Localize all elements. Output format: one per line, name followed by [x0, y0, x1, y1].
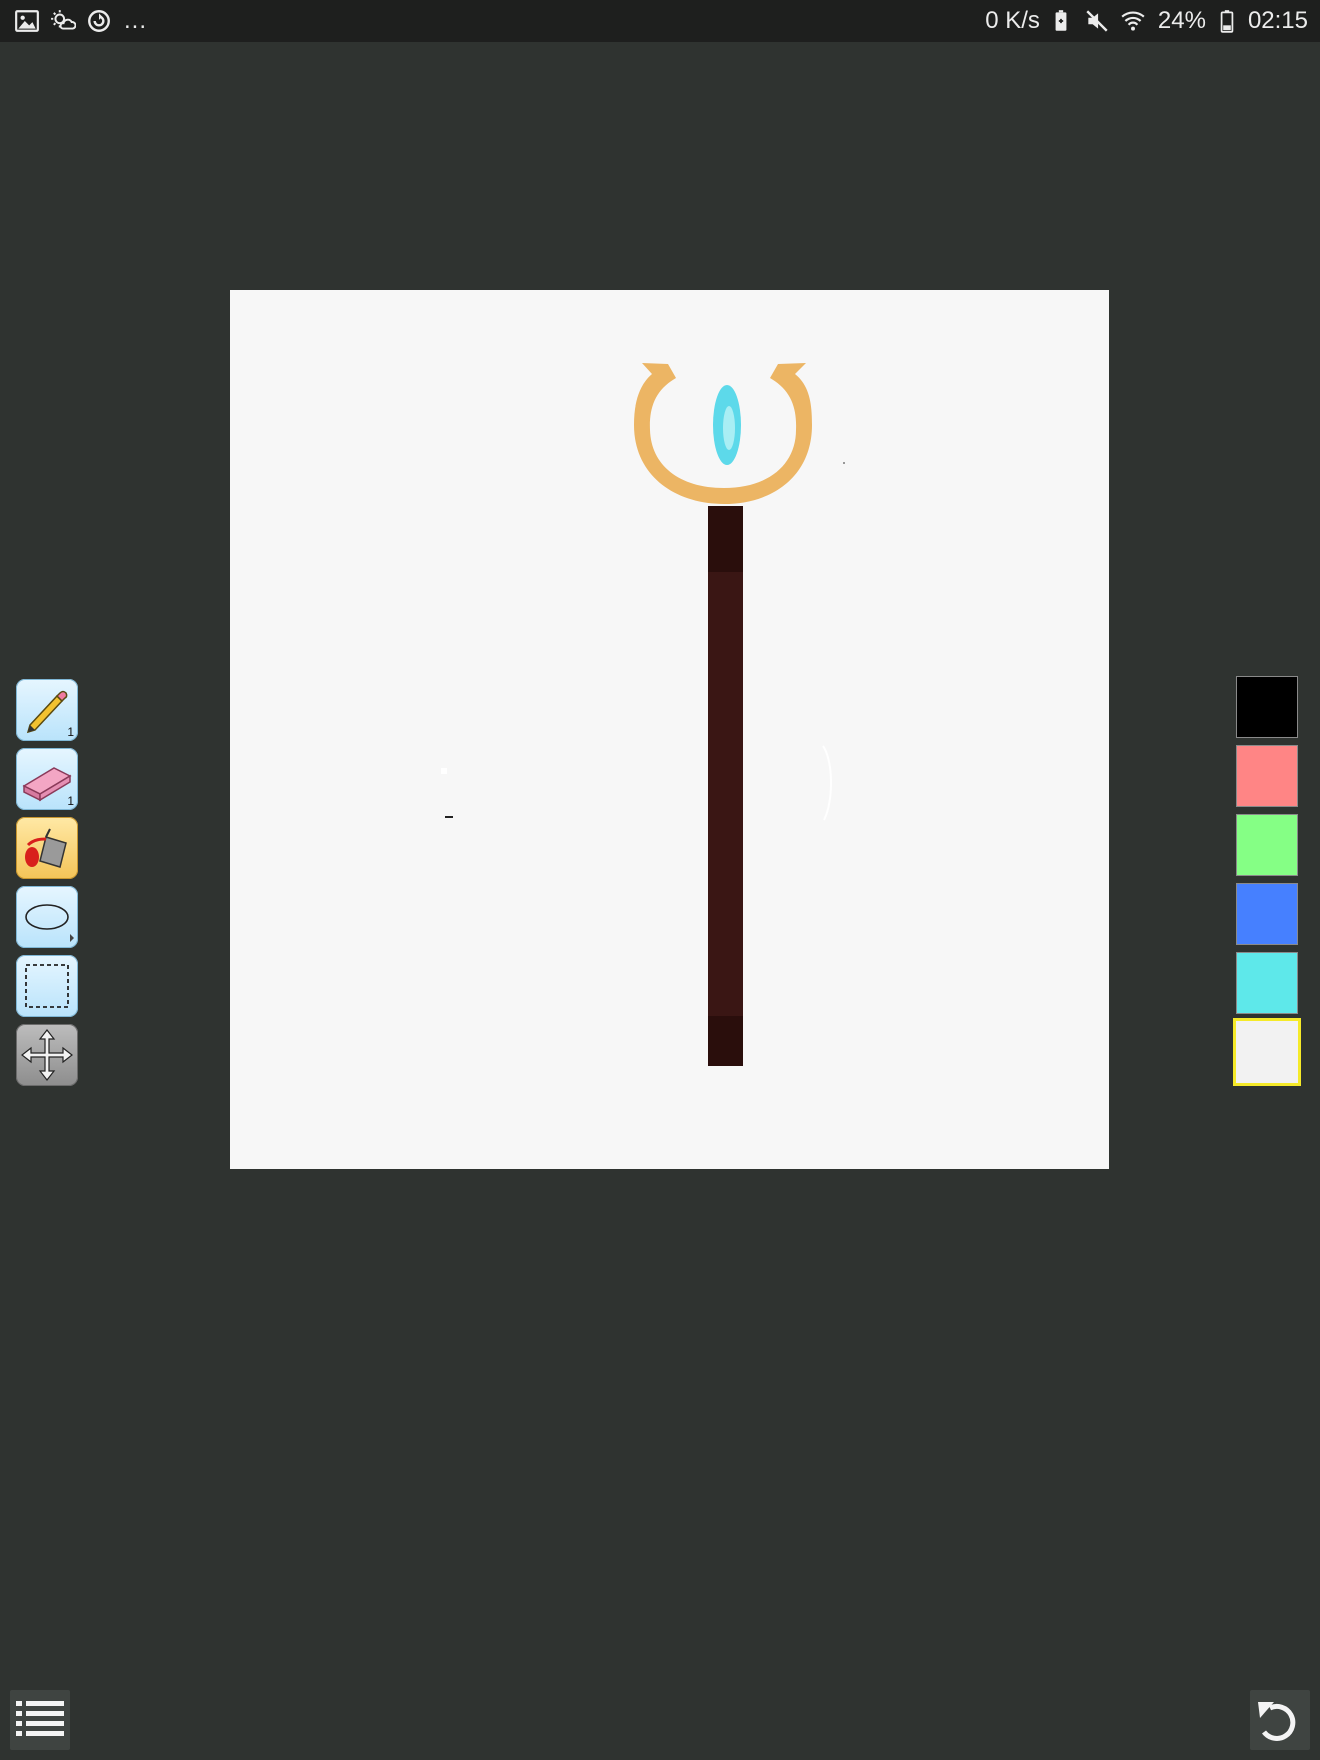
net-speed: 0 K/s: [985, 7, 1040, 34]
color-swatch-white[interactable]: [1236, 1021, 1298, 1083]
status-bar-right: 0 K/s 24% 02:15: [981, 0, 1308, 42]
gallery-icon: [12, 6, 42, 36]
ellipse-tool-button[interactable]: [16, 886, 78, 948]
menu-list-icon: [16, 1701, 64, 1736]
battery-icon: [1212, 6, 1242, 36]
ellipse-icon: [25, 904, 74, 942]
battery-saver-icon: [1046, 6, 1076, 36]
color-swatch-red[interactable]: [1236, 745, 1298, 807]
eraser-size: 1: [67, 794, 74, 808]
color-swatch-blue[interactable]: [1236, 883, 1298, 945]
staff-shaft-top: [708, 506, 743, 572]
more-notifications: ...: [124, 7, 148, 34]
stray-dot-1: [441, 768, 447, 774]
staff-shaft: [708, 572, 743, 1016]
pencil-size: 1: [67, 725, 74, 739]
undo-button[interactable]: [1250, 1690, 1310, 1750]
status-bar-left: ...: [12, 0, 147, 42]
status-bar: ... 0 K/s 24% 02:15: [0, 0, 1320, 42]
canvas-artwork: [441, 363, 845, 1066]
move-icon: [21, 1029, 73, 1081]
stray-mark-1: [822, 745, 832, 821]
color-swatch-cyan[interactable]: [1236, 952, 1298, 1014]
eraser-tool-button[interactable]: 1: [16, 748, 78, 810]
battery-percent: 24%: [1157, 7, 1206, 34]
rect-select-icon: [25, 964, 69, 1008]
pencil-tool-button[interactable]: 1: [16, 679, 78, 741]
select-tool-button[interactable]: [16, 955, 78, 1017]
clock: 02:15: [1247, 7, 1308, 34]
mute-icon: [1082, 6, 1112, 36]
sync-icon: [84, 6, 114, 36]
staff-gem-highlight: [723, 406, 735, 450]
paint-bucket-icon: [25, 828, 67, 868]
fill-tool-button[interactable]: [16, 817, 78, 879]
staff-shaft-bottom: [708, 1016, 743, 1066]
stray-dash-1: [445, 816, 453, 818]
drawing-canvas[interactable]: [230, 290, 1109, 1169]
move-tool-button[interactable]: [16, 1024, 78, 1086]
color-swatch-black[interactable]: [1236, 676, 1298, 738]
wifi-icon: [1118, 6, 1148, 36]
undo-icon: [1258, 1702, 1296, 1741]
weather-icon: [48, 6, 78, 36]
color-swatch-green[interactable]: [1236, 814, 1298, 876]
stray-dot-2: [843, 462, 845, 464]
menu-button[interactable]: [10, 1690, 70, 1750]
